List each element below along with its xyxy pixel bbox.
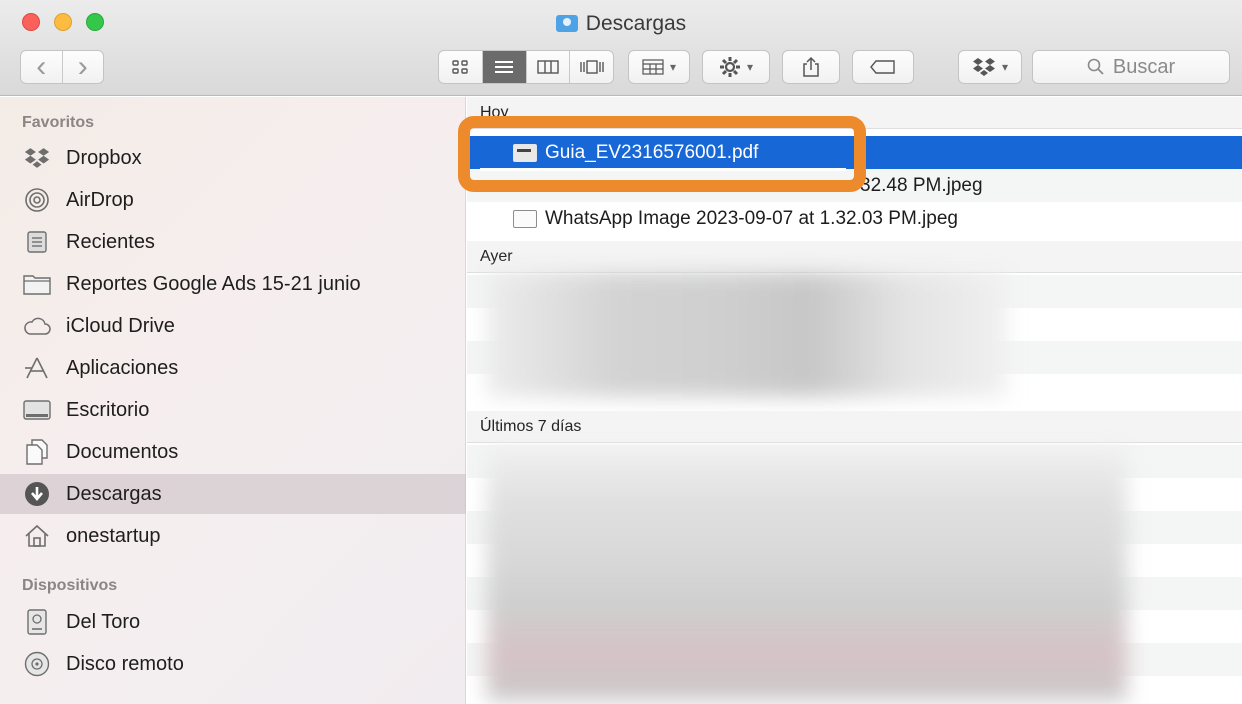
file-name: WhatsApp Image 2023-09-07 at 1.32.03 PM.…: [545, 207, 958, 229]
folder-icon: [22, 271, 52, 297]
sidebar-item-icloud-drive[interactable]: iCloud Drive: [0, 306, 466, 346]
arrange-grid-icon: [642, 59, 664, 75]
documents-icon: [22, 439, 52, 465]
sidebar-item-label: Aplicaciones: [66, 356, 179, 379]
column-view-button[interactable]: [525, 51, 570, 83]
action-menu-button[interactable]: ▾: [702, 50, 770, 84]
downloads-folder-icon: [555, 15, 578, 32]
share-icon: [803, 56, 819, 77]
blurred-content: [487, 447, 1127, 701]
image-file-icon: [513, 209, 537, 228]
section-header-ayer: Ayer: [467, 241, 1242, 273]
list-view-icon: [495, 61, 514, 73]
sidebar-item-descargas[interactable]: Descargas: [0, 474, 466, 514]
blurred-content: [487, 273, 1007, 397]
disk-icon: [22, 609, 52, 635]
desktop-icon: [22, 397, 52, 423]
sidebar-item-label: AirDrop: [66, 188, 134, 211]
sidebar-item-label: Disco remoto: [66, 652, 184, 675]
sidebar-section-devices: Dispositivos: [22, 577, 118, 594]
forward-button[interactable]: ›: [61, 50, 104, 83]
sidebar-item-reportes-google-ads[interactable]: Reportes Google Ads 15-21 junio: [0, 264, 466, 304]
sidebar-item-airdrop[interactable]: AirDrop: [0, 180, 466, 220]
sidebar-item-aplicaciones[interactable]: Aplicaciones: [0, 348, 466, 388]
dropbox-icon: [972, 58, 995, 76]
highlight-underline: [480, 168, 846, 171]
sidebar: Favoritos Dropbox AirDrop Recientes Repo…: [0, 97, 466, 704]
window-toolbar: Descargas ‹ › ▾ ▾ ▾ Buscar: [0, 0, 1242, 96]
recents-icon: [22, 229, 52, 255]
sidebar-item-label: Recientes: [66, 230, 155, 253]
downloads-icon: [22, 481, 52, 507]
coverflow-view-icon: [579, 60, 604, 74]
sidebar-item-label: Dropbox: [66, 146, 142, 169]
file-name: 32.48 PM.jpeg: [860, 174, 983, 196]
coverflow-view-button[interactable]: [569, 51, 613, 83]
arrange-menu-button[interactable]: ▾: [628, 50, 690, 84]
chevron-down-icon: ▾: [746, 60, 754, 74]
highlight-annotation: [458, 116, 866, 192]
chevron-right-icon: ›: [77, 50, 88, 83]
list-view-button[interactable]: [481, 51, 526, 83]
sidebar-item-label: Descargas: [66, 482, 162, 505]
sidebar-item-label: Del Toro: [66, 610, 141, 633]
section-header-ultimos-7-dias: Últimos 7 días: [467, 411, 1242, 443]
window-title: Descargas: [0, 12, 1242, 36]
file-row-whatsapp-image-2[interactable]: WhatsApp Image 2023-09-07 at 1.32.03 PM.…: [467, 202, 1242, 235]
sidebar-item-escritorio[interactable]: Escritorio: [0, 390, 466, 430]
cloud-icon: [22, 313, 52, 339]
chevron-down-icon: ▾: [669, 60, 677, 74]
home-icon: [22, 523, 52, 549]
search-placeholder: Buscar: [1112, 55, 1176, 78]
sidebar-item-documentos[interactable]: Documentos: [0, 432, 466, 472]
icon-view-icon: [452, 60, 469, 74]
sidebar-item-dropbox[interactable]: Dropbox: [0, 138, 466, 178]
edit-tags-button[interactable]: [852, 50, 914, 84]
sidebar-item-onestartup[interactable]: onestartup: [0, 516, 466, 556]
view-mode-group: [438, 50, 614, 84]
sidebar-item-label: Reportes Google Ads 15-21 junio: [66, 272, 361, 295]
back-button[interactable]: ‹: [21, 50, 62, 83]
gear-icon: [719, 57, 740, 77]
chevron-left-icon: ‹: [36, 50, 47, 83]
sidebar-item-recents[interactable]: Recientes: [0, 222, 466, 262]
search-field[interactable]: Buscar: [1032, 50, 1230, 84]
applications-icon: [22, 355, 52, 381]
sidebar-item-label: Escritorio: [66, 398, 150, 421]
sidebar-item-label: onestartup: [66, 524, 161, 547]
dropbox-menu-button[interactable]: ▾: [958, 50, 1022, 84]
sidebar-item-disco-remoto[interactable]: Disco remoto: [0, 644, 466, 684]
sidebar-item-label: iCloud Drive: [66, 314, 175, 337]
nav-button-group: ‹ ›: [20, 50, 104, 84]
sidebar-item-del-toro[interactable]: Del Toro: [0, 602, 466, 642]
airdrop-icon: [22, 187, 52, 213]
share-button[interactable]: [782, 50, 840, 84]
column-view-icon: [537, 60, 559, 74]
sidebar-item-label: Documentos: [66, 440, 179, 463]
tag-icon: [870, 60, 895, 74]
chevron-down-icon: ▾: [1001, 60, 1009, 74]
search-icon: [1087, 58, 1104, 75]
remote-disc-icon: [22, 651, 52, 677]
icon-view-button[interactable]: [439, 51, 482, 83]
dropbox-icon: [22, 145, 52, 171]
sidebar-section-favorites: Favoritos: [22, 114, 95, 131]
